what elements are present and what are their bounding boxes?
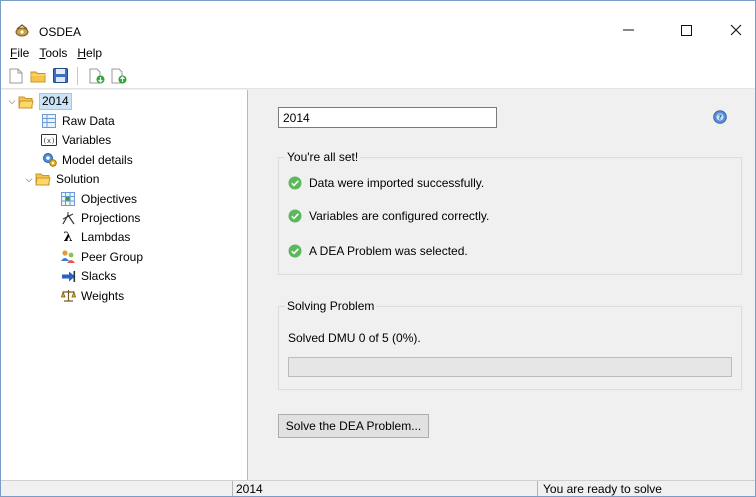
status-text: Variables are configured correctly.: [309, 209, 490, 223]
export-button[interactable]: [108, 65, 130, 87]
model-details-icon: [41, 152, 57, 168]
progress-bar: [288, 357, 732, 377]
tree-item-label: Peer Group: [81, 249, 144, 264]
toolbar: [1, 63, 755, 89]
tree-item-weights[interactable]: Weights: [1, 286, 247, 305]
tree-item-projections[interactable]: Projections: [1, 208, 247, 227]
solving-group-title: Solving Problem: [285, 299, 377, 313]
title-bar[interactable]: OSDEA: [1, 1, 755, 43]
tree-item-label: Weights: [81, 288, 125, 303]
close-icon: [730, 24, 742, 36]
variables-icon: (x): [41, 132, 57, 148]
tree-item-label: Slacks: [81, 269, 117, 284]
status-cell-problem: 2014: [233, 481, 538, 496]
tree-item-slacks[interactable]: Slacks: [1, 267, 247, 286]
tree-root-label[interactable]: 2014: [39, 93, 72, 111]
open-folder-icon: [30, 71, 46, 82]
problem-name-input[interactable]: [278, 107, 497, 128]
save-floppy-icon: [52, 68, 68, 83]
folder-open-icon: [18, 94, 34, 110]
folder-open-icon: [35, 171, 51, 187]
import-green-arrow-icon: [89, 68, 105, 83]
menu-bar: File Tools Help: [1, 43, 755, 63]
save-button[interactable]: [49, 65, 71, 87]
solving-problem-group: Solving Problem Solved DMU 0 of 5 (0%).: [278, 299, 742, 390]
tree-item-label: Lambdas: [81, 230, 131, 245]
minimize-button[interactable]: [605, 17, 651, 43]
check-circle-icon: [288, 176, 302, 190]
status-cell-left: [1, 481, 233, 496]
projections-icon: [60, 210, 76, 226]
tree-item-objectives[interactable]: Objectives: [1, 189, 247, 208]
tree-node-root[interactable]: ⌵ 2014: [1, 92, 247, 111]
peer-group-icon: [60, 249, 76, 265]
tree-item-lambdas[interactable]: λ Lambdas: [1, 228, 247, 247]
slacks-icon: [60, 268, 76, 284]
new-document-icon: [9, 68, 23, 83]
close-button[interactable]: [713, 17, 755, 43]
check-circle-icon: [288, 244, 302, 258]
tree-item-label: Variables: [62, 133, 112, 148]
tree-item-label: Solution: [56, 172, 100, 187]
status-cell-message: You are ready to solve: [543, 482, 662, 496]
menu-tools[interactable]: Tools: [34, 46, 72, 60]
tree-item-peer-group[interactable]: Peer Group: [1, 247, 247, 266]
check-circle-icon: [288, 209, 302, 223]
svg-text:?: ?: [718, 114, 722, 122]
status-text: Data were imported successfully.: [309, 176, 485, 190]
svg-text:(x): (x): [43, 137, 56, 145]
status-text: A DEA Problem was selected.: [309, 244, 468, 258]
tree-item-raw-data[interactable]: Raw Data: [1, 111, 247, 130]
project-tree: ⌵ 2014 Raw Data (x) Variables Model deta…: [1, 90, 248, 480]
raw-data-icon: [41, 113, 57, 129]
tree-item-label: Objectives: [81, 191, 138, 206]
status-line: Variables are configured correctly.: [288, 209, 489, 223]
import-button[interactable]: [86, 65, 108, 87]
toolbar-separator: [77, 66, 78, 85]
lambda-icon: λ: [63, 229, 73, 245]
window-title: OSDEA: [39, 25, 82, 39]
tree-item-label: Raw Data: [62, 114, 115, 129]
problem-overview-panel: ? You're all set! Data were imported suc…: [249, 90, 755, 480]
menu-help[interactable]: Help: [72, 46, 107, 60]
progress-text: Solved DMU 0 of 5 (0%).: [288, 331, 421, 345]
tree-item-model-details[interactable]: Model details: [1, 150, 247, 169]
minimize-icon: [622, 29, 634, 31]
maximize-button[interactable]: [663, 17, 709, 43]
tree-item-variables[interactable]: (x) Variables: [1, 131, 247, 150]
app-logo-icon: [15, 24, 29, 37]
tree-item-label: Projections: [81, 211, 141, 226]
new-button[interactable]: [5, 65, 27, 87]
objectives-icon: [60, 191, 76, 207]
weights-icon: [60, 288, 76, 304]
open-button[interactable]: [27, 65, 49, 87]
maximize-icon: [680, 24, 692, 36]
status-bar: 2014 You are ready to solve: [1, 480, 755, 496]
ready-status-group: You're all set! Data were imported succe…: [278, 150, 742, 275]
menu-file[interactable]: File: [5, 46, 34, 60]
chevron-down-icon[interactable]: ⌵: [23, 174, 35, 185]
app-window: OSDEA File Tools Help ⌵ 2014 Raw Data (x…: [0, 0, 756, 497]
status-line: A DEA Problem was selected.: [288, 244, 468, 258]
export-green-arrow-icon: [111, 68, 127, 83]
status-line: Data were imported successfully.: [288, 176, 484, 190]
help-icon[interactable]: ?: [713, 110, 727, 124]
ready-group-title: You're all set!: [285, 150, 361, 164]
solve-problem-button[interactable]: Solve the DEA Problem...: [278, 414, 429, 438]
chevron-down-icon[interactable]: ⌵: [6, 96, 18, 107]
tree-node-solution[interactable]: ⌵ Solution: [1, 170, 247, 189]
tree-item-label: Model details: [62, 152, 133, 167]
